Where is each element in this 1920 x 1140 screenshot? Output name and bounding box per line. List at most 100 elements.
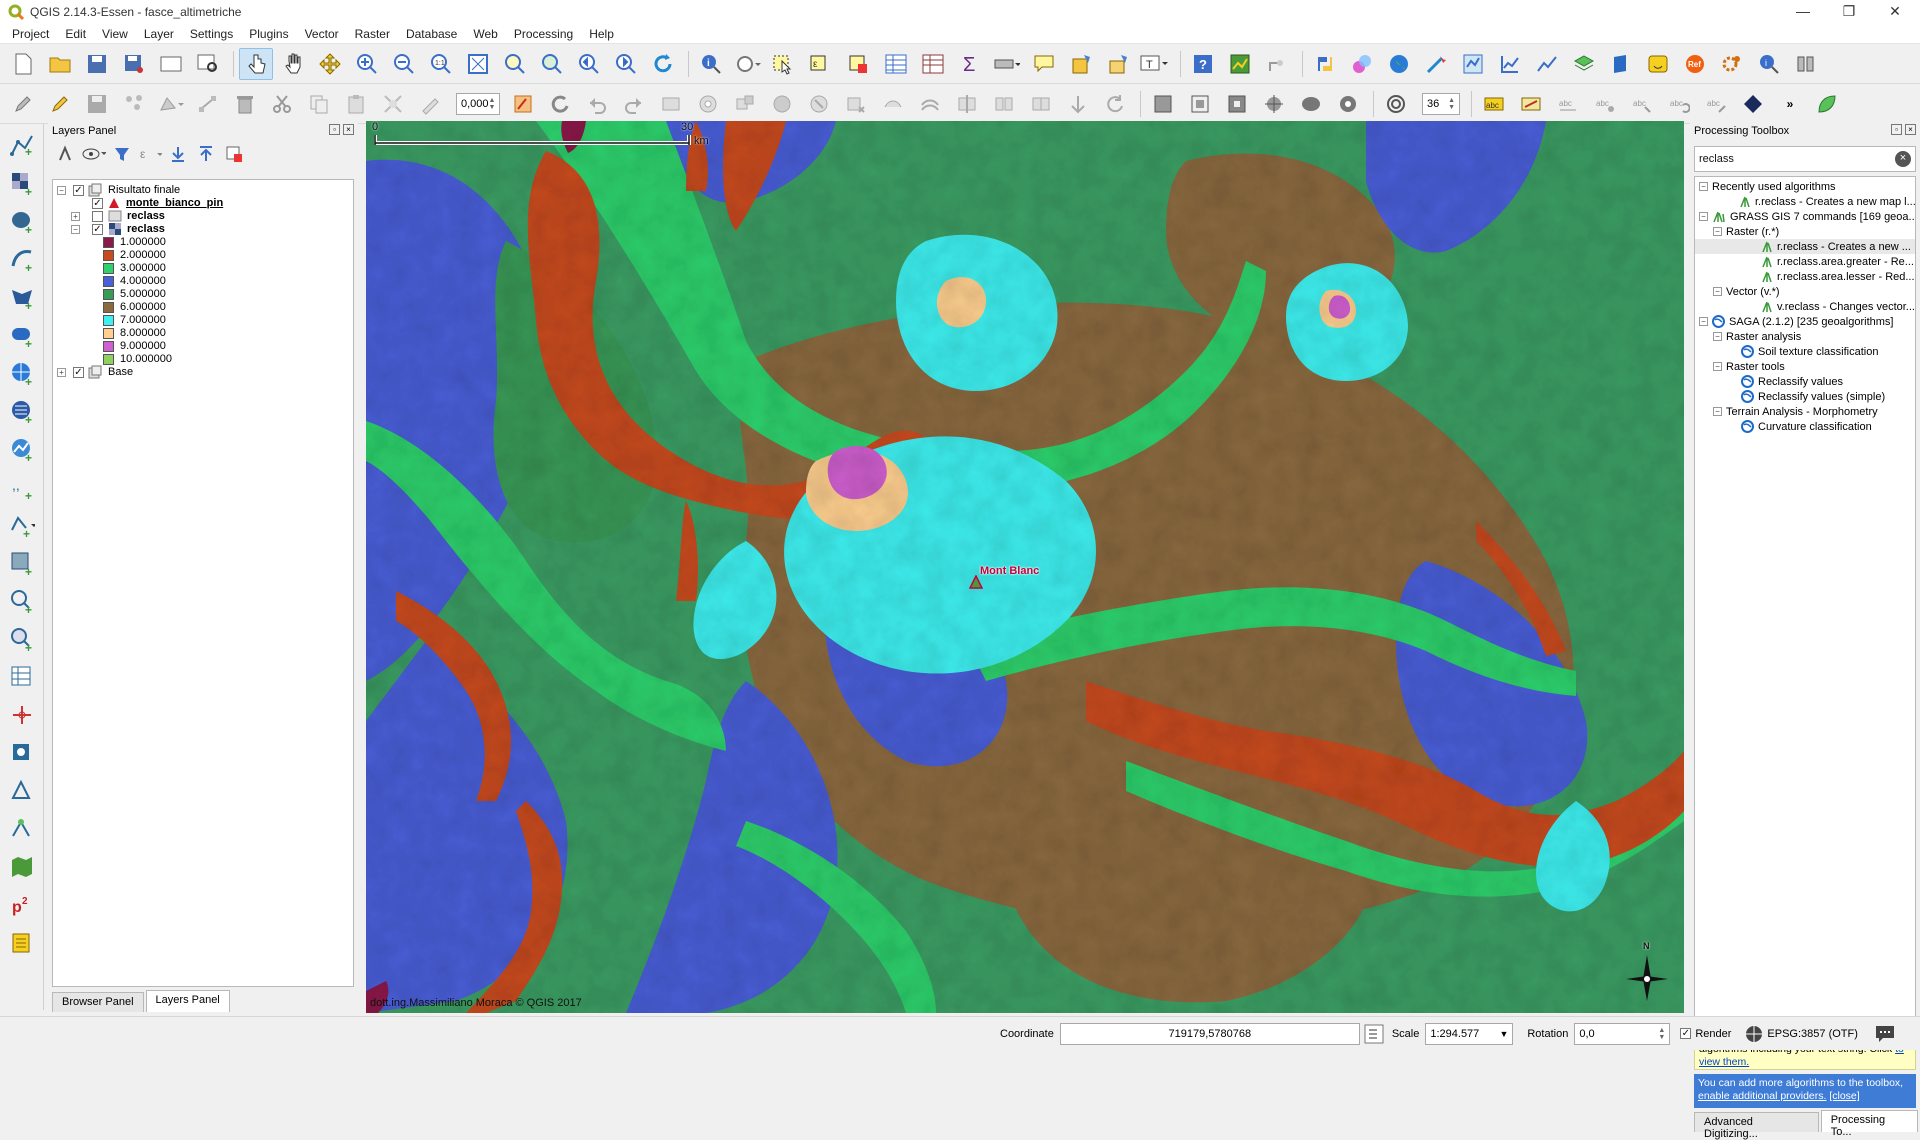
globe-icon[interactable] [1382,48,1416,80]
filter-legend-icon[interactable] [110,143,134,165]
plugin-layers-icon[interactable] [1567,48,1601,80]
plugin-wand-icon[interactable] [1419,48,1453,80]
collapse-all-icon[interactable] [194,143,218,165]
fill-ring-icon[interactable] [765,88,799,120]
remove-layer-icon[interactable] [222,143,246,165]
new-project-icon[interactable] [6,48,40,80]
split-parts-icon[interactable] [987,88,1021,120]
algorithm-item[interactable]: Curvature classification [1741,419,1872,434]
zoom-to-selection-icon[interactable] [498,48,532,80]
rotation-spinbox[interactable]: 0,0 ▲ ▼ [1574,1022,1671,1045]
scale-combobox[interactable]: 1:294.577 ▼ [1425,1022,1514,1045]
tree-node-raster-tools[interactable]: − Raster tools [1713,359,1785,374]
menu-processing[interactable]: Processing [506,27,581,41]
label-show-hide-icon[interactable]: abc [1551,88,1585,120]
layer-group-base[interactable]: + ✓ Base [57,364,133,380]
run-feature-action-icon[interactable] [731,48,765,80]
zoom-out-icon[interactable] [387,48,421,80]
add-wfs-layer-2-icon[interactable]: + [4,546,40,580]
gps-tool-icon[interactable] [4,736,40,770]
restore-button[interactable]: ❐ [1826,0,1872,24]
minimize-button[interactable]: — [1780,0,1826,24]
algorithm-item[interactable]: v.reclass - Changes vector... [1761,299,1915,314]
map-canvas[interactable]: 0 30 km Mont Blanc N dott.ing.Massimilia… [366,121,1684,1013]
offset-curve-icon[interactable] [913,88,947,120]
menu-plugins[interactable]: Plugins [241,27,296,41]
label-tool-1-icon[interactable] [376,88,410,120]
help-icon[interactable]: ? [1186,48,1220,80]
undo-icon[interactable] [580,88,614,120]
composer-manager-icon[interactable] [191,48,225,80]
save-as-icon[interactable] [117,48,151,80]
float-panel-button[interactable]: ▫ [1891,124,1902,135]
plugin-topology-icon[interactable] [4,774,40,808]
zoom-next-icon[interactable] [609,48,643,80]
plugin-profile-icon[interactable] [1530,48,1564,80]
close-button[interactable]: ✕ [1872,0,1918,24]
toggle-editing-icon[interactable] [43,88,77,120]
plugin-face-icon[interactable] [1641,48,1675,80]
field-calculator-icon[interactable] [916,48,950,80]
tab-browser-panel[interactable]: Browser Panel [52,992,144,1012]
refresh-icon[interactable] [646,48,680,80]
plugin-notebook-icon[interactable] [4,926,40,960]
select-by-expression-icon[interactable]: ε [805,48,839,80]
plugin-info-icon[interactable]: i [1752,48,1786,80]
layer-visibility-checkbox[interactable]: ✓ [92,197,103,209]
spiral-tool-icon[interactable] [1379,88,1413,120]
new-shapefile-layer-icon[interactable]: + [4,508,40,542]
new-bookmark-icon[interactable] [1064,48,1098,80]
menu-layer[interactable]: Layer [136,27,182,41]
menu-settings[interactable]: Settings [182,27,241,41]
messages-icon[interactable] [1874,1024,1896,1044]
plugin-p2-icon[interactable]: p2 [4,888,40,922]
menu-project[interactable]: Project [4,27,57,41]
menu-web[interactable]: Web [465,27,505,41]
label-size-spinbox[interactable]: 36 ▲ ▼ [1422,92,1460,115]
add-virtual-layer-icon[interactable]: + [4,584,40,618]
algorithm-item-selected[interactable]: r.reclass - Creates a new ... [1695,239,1915,254]
python-console-icon[interactable] [1308,48,1342,80]
add-table-layer-icon[interactable] [4,660,40,694]
reshape-icon[interactable] [876,88,910,120]
crs-globe-icon[interactable] [1745,1025,1763,1043]
new-print-composer-icon[interactable] [154,48,188,80]
tab-advanced-digitizing[interactable]: Advanced Digitizing... [1694,1112,1819,1140]
deselect-features-icon[interactable] [842,48,876,80]
label-rotate-icon[interactable] [543,88,577,120]
algorithm-item[interactable]: Reclassify values (simple) [1741,389,1885,404]
label-change-icon[interactable]: abc [1699,88,1733,120]
label-pin-icon[interactable] [506,88,540,120]
pan-to-selection-icon[interactable] [313,48,347,80]
plugin-digitize-icon[interactable] [4,812,40,846]
menu-vector[interactable]: Vector [297,27,347,41]
float-panel-button[interactable]: ▫ [329,124,340,135]
styling-icon[interactable] [54,143,78,165]
processing-search-input[interactable]: reclass × [1694,146,1916,172]
coordinate-toggle-icon[interactable] [1364,1024,1384,1044]
cut-features-icon[interactable] [265,88,299,120]
coordinate-field[interactable]: 719179,5780768 [1059,1022,1360,1045]
label-tool-2-icon[interactable] [413,88,447,120]
group-visibility-checkbox[interactable]: ✓ [73,366,84,378]
collapse-toggle[interactable]: − [1713,287,1722,296]
split-features-icon[interactable] [950,88,984,120]
simplify-icon[interactable] [654,88,688,120]
raster-tool-5-icon[interactable] [1294,88,1328,120]
tab-layers-panel[interactable]: Layers Panel [145,990,230,1012]
algorithm-item[interactable]: Soil texture classification [1741,344,1878,359]
expand-toggle[interactable]: + [71,211,80,221]
rotation-spinbox[interactable]: 0,000 ▲ ▼ [456,92,500,115]
add-ring-icon[interactable] [691,88,725,120]
collapse-toggle[interactable]: − [1713,407,1722,416]
merge-features-icon[interactable] [1024,88,1058,120]
delete-part-icon[interactable] [839,88,873,120]
tree-node-vector[interactable]: − Vector (v.*) [1713,284,1780,299]
plugin-map-icon[interactable] [1456,48,1490,80]
collapse-toggle[interactable]: − [1713,227,1722,236]
tree-node-terrain[interactable]: − Terrain Analysis - Morphometry [1713,404,1878,419]
filter-expression-icon[interactable]: ε [138,143,162,165]
plugin-leaf-icon[interactable] [1810,88,1844,120]
pan-map-icon[interactable] [276,48,310,80]
render-checkbox[interactable]: ✓ [1680,1028,1692,1039]
